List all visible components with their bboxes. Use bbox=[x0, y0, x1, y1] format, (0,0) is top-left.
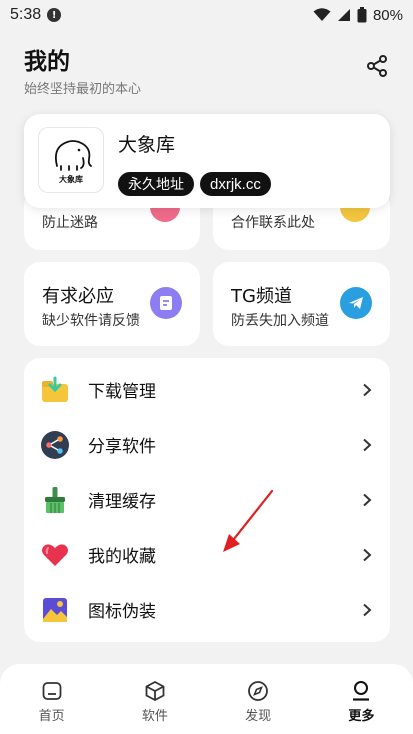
chevron-right-icon bbox=[363, 493, 372, 506]
home-icon bbox=[42, 682, 62, 700]
broom-icon bbox=[45, 486, 65, 513]
menu-item-icon-disguise[interactable]: 图标伪装 bbox=[24, 582, 390, 637]
feature-subtitle: 防丢失加入频道 bbox=[231, 313, 329, 329]
share-icon[interactable] bbox=[365, 54, 389, 78]
logo-caption: 大象库 bbox=[59, 175, 83, 184]
nav-more[interactable]: 更多 bbox=[310, 664, 413, 734]
menu-item-label: 下载管理 bbox=[88, 382, 156, 402]
feedback-card[interactable]: 有求必应 缺少软件请反馈 bbox=[24, 262, 200, 346]
chevron-right-icon bbox=[363, 438, 372, 451]
telegram-card[interactable]: TG频道 防丢失加入频道 bbox=[213, 262, 390, 346]
permanent-address-chip[interactable]: 永久地址 bbox=[118, 172, 194, 196]
menu-item-share-app[interactable]: 分享软件 bbox=[24, 417, 390, 472]
menu-item-favorites[interactable]: 我的收藏 bbox=[24, 527, 390, 582]
bottom-nav: 首页 软件 发现 更多 bbox=[0, 664, 413, 734]
nav-discover[interactable]: 发现 bbox=[207, 664, 310, 734]
menu-card: 下载管理 分享软件 清理缓存 我的收藏 图标伪装 bbox=[24, 358, 390, 642]
menu-item-label: 清理缓存 bbox=[88, 492, 156, 512]
chevron-right-icon bbox=[363, 603, 372, 616]
menu-item-download-manager[interactable]: 下载管理 bbox=[24, 362, 390, 417]
elephant-icon bbox=[54, 140, 92, 171]
wifi-icon bbox=[313, 8, 331, 21]
annotation-arrow-icon bbox=[223, 489, 274, 552]
status-time: 5:38 bbox=[10, 6, 42, 23]
status-right: 80% bbox=[313, 7, 403, 24]
battery-percent: 80% bbox=[372, 6, 403, 24]
heart-icon bbox=[42, 543, 68, 566]
status-bar: 5:38 ! 80% bbox=[0, 0, 413, 30]
nav-label: 更多 bbox=[348, 709, 375, 724]
menu-item-label: 我的收藏 bbox=[88, 547, 156, 567]
share-app-icon bbox=[41, 430, 69, 459]
profile-name: 大象库 bbox=[118, 134, 176, 156]
partial-card-subtitle: 合作联系此处 bbox=[231, 215, 315, 231]
nav-label: 首页 bbox=[38, 709, 65, 724]
page-subtitle: 始终坚持最初的本心 bbox=[24, 82, 142, 97]
download-folder-icon bbox=[42, 376, 68, 402]
partial-card-subtitle: 防止迷路 bbox=[42, 215, 98, 231]
menu-item-clear-cache[interactable]: 清理缓存 bbox=[24, 472, 390, 527]
feature-subtitle: 缺少软件请反馈 bbox=[42, 313, 140, 329]
nav-label: 发现 bbox=[245, 709, 272, 724]
battery-icon bbox=[357, 7, 367, 23]
feature-title: TG频道 bbox=[231, 286, 292, 307]
menu-item-label: 分享软件 bbox=[88, 437, 156, 457]
page-header: 我的 始终坚持最初的本心 bbox=[24, 42, 141, 97]
app-logo: 大象库 bbox=[38, 127, 104, 193]
nav-software[interactable]: 软件 bbox=[103, 664, 206, 734]
nav-label: 软件 bbox=[141, 709, 168, 724]
telegram-icon bbox=[340, 287, 372, 319]
nav-home[interactable]: 首页 bbox=[0, 664, 103, 734]
page-title: 我的 bbox=[24, 49, 70, 75]
chevron-right-icon bbox=[363, 548, 372, 561]
menu-item-label: 图标伪装 bbox=[88, 602, 156, 622]
alert-icon: ! bbox=[47, 8, 62, 22]
person-icon bbox=[353, 681, 370, 701]
compass-icon bbox=[248, 681, 269, 701]
signal-icon bbox=[337, 9, 350, 21]
domain-chip[interactable]: dxrjk.cc bbox=[200, 172, 271, 196]
feature-title: 有求必应 bbox=[42, 286, 114, 307]
chevron-right-icon bbox=[363, 383, 372, 396]
feedback-icon bbox=[150, 287, 182, 319]
box-icon bbox=[145, 680, 165, 702]
picture-icon bbox=[43, 597, 67, 622]
profile-card[interactable]: 大象库 大象库 永久地址 dxrjk.cc bbox=[24, 114, 390, 208]
